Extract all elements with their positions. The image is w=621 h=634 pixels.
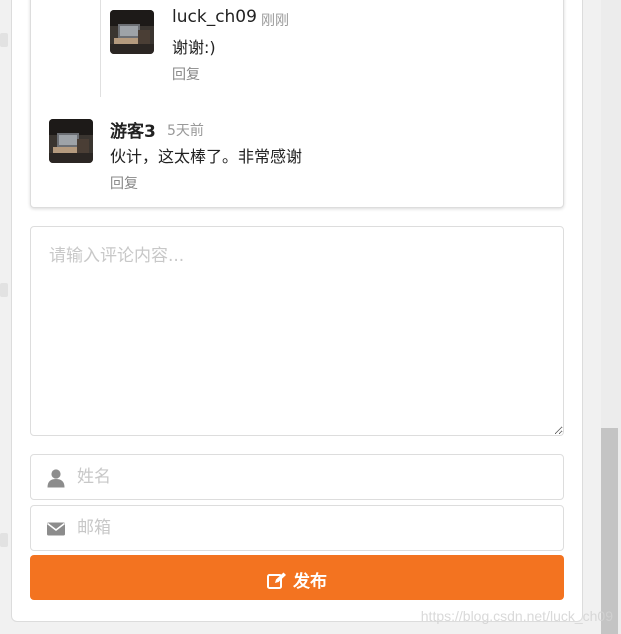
name-input[interactable] (77, 455, 557, 499)
reply-thread-line (100, 0, 101, 97)
comment-author: 游客3 (110, 122, 156, 142)
comment-list: luck_ch09 刚刚 谢谢:) 回复 游客3 5天前 伙计，这太棒了。非常感… (30, 0, 564, 208)
comment-content: 谢谢:) (172, 38, 216, 57)
comment-content: 伙计，这太棒了。非常感谢 (110, 147, 303, 166)
scrollbar-thumb[interactable] (601, 428, 618, 634)
publish-label: 发布 (293, 572, 327, 592)
user-icon (46, 468, 66, 488)
name-field[interactable] (30, 454, 564, 500)
publish-button[interactable]: 发布 (30, 555, 564, 600)
comment-time: 刚刚 (261, 13, 289, 29)
avatar[interactable] (110, 10, 154, 54)
background-decoration (0, 533, 8, 547)
email-field[interactable] (30, 505, 564, 551)
comment-author: luck_ch09 (172, 7, 257, 27)
avatar[interactable] (49, 119, 93, 163)
email-input[interactable] (77, 506, 557, 550)
background-decoration (0, 283, 8, 297)
comment-time: 5天前 (167, 123, 204, 139)
comment-textarea[interactable] (30, 226, 564, 436)
edit-icon (267, 572, 286, 589)
watermark: https://blog.csdn.net/luck_ch09 (420, 608, 613, 624)
background-decoration (0, 33, 8, 47)
reply-link[interactable]: 回复 (172, 64, 200, 84)
reply-link[interactable]: 回复 (110, 173, 138, 193)
envelope-icon (46, 519, 66, 539)
